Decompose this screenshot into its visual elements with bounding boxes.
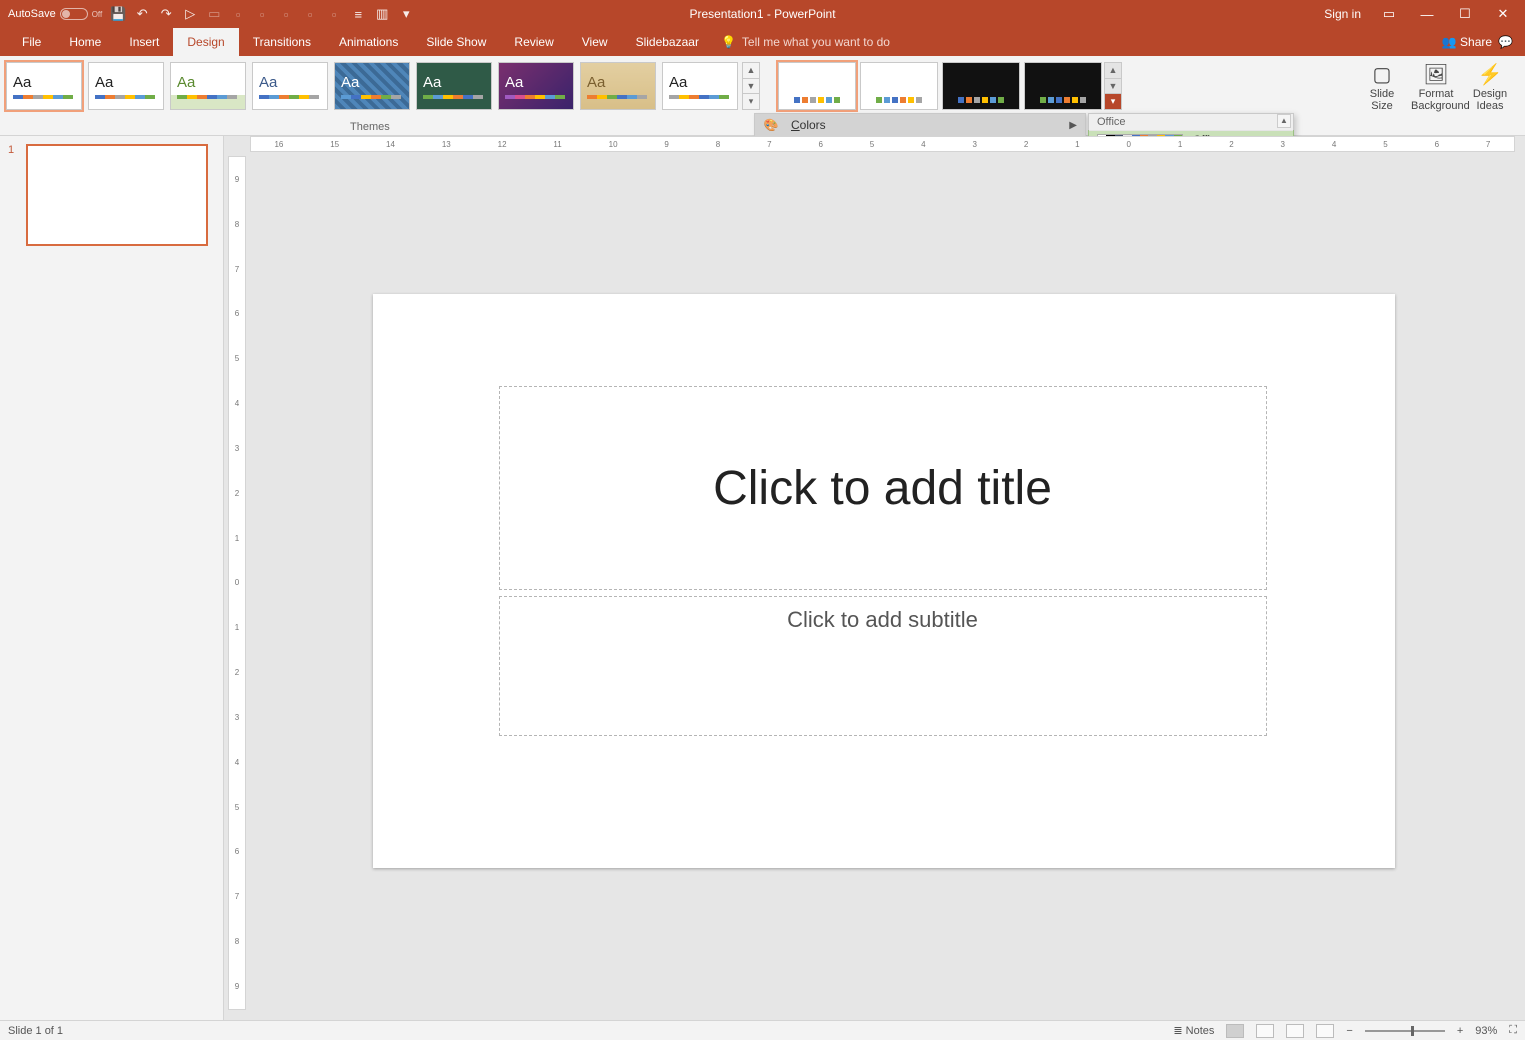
vertical-ruler: 9876543210123456789 (228, 156, 246, 1010)
theme-tile[interactable]: Aa (170, 62, 246, 110)
tab-animations[interactable]: Animations (325, 28, 412, 56)
slideshow-view-button[interactable] (1316, 1024, 1334, 1038)
qat-icon-2[interactable]: ▫ (254, 6, 270, 22)
signin-link[interactable]: Sign in (1324, 7, 1361, 21)
scroll-up-button[interactable]: ▲ (1277, 114, 1291, 128)
tell-me-label: Tell me what you want to do (742, 35, 890, 49)
qat: AutoSave Off 💾 ↶ ↷ ▷ ▭ ▫ ▫ ▫ ▫ ▫ ≡ ▥ ▾ (0, 6, 414, 22)
zoom-slider[interactable] (1365, 1030, 1445, 1032)
slide-counter: Slide 1 of 1 (8, 1025, 63, 1037)
themes-more-button[interactable]: ▲▼▾ (742, 62, 760, 110)
tab-design[interactable]: Design (173, 28, 238, 56)
share-area: 👥 Share 💬 (1442, 35, 1525, 49)
format-background-button[interactable]: 🖼Format Background (1411, 62, 1461, 112)
close-button[interactable]: ✕ (1493, 6, 1513, 22)
customize-group: ▢Slide Size 🖼Format Background ⚡Design I… (1345, 56, 1525, 112)
tab-file[interactable]: File (8, 28, 55, 56)
share-button[interactable]: 👥 Share (1442, 35, 1492, 49)
slide-canvas-area[interactable]: Click to add title Click to add subtitle (262, 162, 1505, 1000)
slide-sorter-view-button[interactable] (1256, 1024, 1274, 1038)
qat-icon-list[interactable]: ≡ (350, 6, 366, 22)
theme-tile[interactable]: Aa (334, 62, 410, 110)
tab-transitions[interactable]: Transitions (239, 28, 325, 56)
theme-tile[interactable]: Aa (662, 62, 738, 110)
slide-thumbnail-1[interactable] (26, 144, 208, 246)
undo-icon[interactable]: ↶ (134, 6, 150, 22)
zoom-level[interactable]: 93% (1475, 1025, 1497, 1037)
design-ideas-button[interactable]: ⚡Design Ideas (1465, 62, 1515, 112)
themes-group-label: Themes (350, 121, 390, 133)
theme-tile[interactable]: Aa (498, 62, 574, 110)
theme-tile[interactable]: Aa (88, 62, 164, 110)
theme-tile[interactable]: Aa (252, 62, 328, 110)
submenu-arrow-icon: ▶ (1069, 120, 1077, 131)
qat-icon-1[interactable]: ▫ (230, 6, 246, 22)
colors-icon: 🎨 (763, 117, 779, 133)
autosave-label: AutoSave (8, 8, 56, 20)
variant-tile[interactable] (1024, 62, 1102, 110)
qat-more-icon[interactable]: ▾ (398, 6, 414, 22)
colors-header: Office ▲ (1089, 114, 1293, 131)
ribbon-options-icon[interactable]: ▭ (1379, 6, 1399, 22)
variants-gallery[interactable] (766, 56, 1104, 110)
autosave-toggle[interactable]: AutoSave Off (8, 8, 102, 20)
tab-view[interactable]: View (568, 28, 622, 56)
theme-tile[interactable]: Aa (416, 62, 492, 110)
status-bar: Slide 1 of 1 ≣ Notes − + 93% ⛶ (0, 1020, 1525, 1040)
qat-icon-colors[interactable]: ▥ (374, 6, 390, 22)
theme-office[interactable]: Aa (6, 62, 82, 110)
horizontal-ruler: 1615141312111098765432101234567 (250, 136, 1515, 152)
slide-thumbnails-pane[interactable]: 1 (0, 136, 224, 1020)
start-from-beginning-icon[interactable]: ▷ (182, 6, 198, 22)
comments-icon[interactable]: 💬 (1498, 35, 1513, 49)
autosave-switch[interactable] (60, 8, 88, 20)
save-icon[interactable]: 💾 (110, 6, 126, 22)
tab-slidebazaar[interactable]: Slidebazaar (622, 28, 713, 56)
slide-size-icon: ▢ (1366, 62, 1398, 86)
notes-button[interactable]: ≣ Notes (1173, 1024, 1214, 1037)
theme-tile[interactable]: Aa (580, 62, 656, 110)
lightbulb-icon: 💡 (721, 35, 736, 49)
qat-icon-3[interactable]: ▫ (278, 6, 294, 22)
workspace: 1 1615141312111098765432101234567 987654… (0, 136, 1525, 1020)
format-bg-icon: 🖼 (1420, 62, 1452, 86)
title-bar: AutoSave Off 💾 ↶ ↷ ▷ ▭ ▫ ▫ ▫ ▫ ▫ ≡ ▥ ▾ P… (0, 0, 1525, 28)
minimize-button[interactable]: — (1417, 7, 1437, 22)
fit-to-window-button[interactable]: ⛶ (1509, 1024, 1517, 1037)
normal-view-button[interactable] (1226, 1024, 1244, 1038)
touch-mode-icon[interactable]: ▭ (206, 6, 222, 22)
tab-review[interactable]: Review (500, 28, 567, 56)
ribbon-tabs: File Home Insert Design Transitions Anim… (0, 28, 1525, 56)
slide[interactable]: Click to add title Click to add subtitle (373, 294, 1395, 868)
themes-gallery[interactable]: Aa Aa Aa Aa Aa Aa Aa Aa Aa (0, 56, 742, 110)
subtitle-placeholder[interactable]: Click to add subtitle (499, 596, 1267, 736)
menu-colors[interactable]: 🎨 Colors ▶ (755, 114, 1085, 136)
status-right: ≣ Notes − + 93% ⛶ (1173, 1024, 1517, 1038)
window-title: Presentation1 - PowerPoint (689, 7, 835, 21)
reading-view-button[interactable] (1286, 1024, 1304, 1038)
tell-me-search[interactable]: 💡 Tell me what you want to do (721, 35, 890, 49)
window-controls: Sign in ▭ — ☐ ✕ (1324, 6, 1525, 22)
thumb-number: 1 (8, 144, 14, 156)
autosave-state: Off (92, 10, 103, 19)
tab-home[interactable]: Home (55, 28, 115, 56)
zoom-in-button[interactable]: + (1457, 1025, 1463, 1037)
redo-icon[interactable]: ↷ (158, 6, 174, 22)
tab-insert[interactable]: Insert (115, 28, 173, 56)
variants-more-button[interactable]: ▲▼▾ (1104, 62, 1122, 110)
qat-icon-5[interactable]: ▫ (326, 6, 342, 22)
share-icon: 👥 (1442, 35, 1457, 49)
zoom-out-button[interactable]: − (1346, 1025, 1352, 1037)
variant-tile[interactable] (860, 62, 938, 110)
tab-slideshow[interactable]: Slide Show (412, 28, 500, 56)
title-placeholder[interactable]: Click to add title (499, 386, 1267, 590)
maximize-button[interactable]: ☐ (1455, 6, 1475, 22)
variant-tile[interactable] (942, 62, 1020, 110)
variant-tile[interactable] (778, 62, 856, 110)
qat-icon-4[interactable]: ▫ (302, 6, 318, 22)
slide-size-button[interactable]: ▢Slide Size (1357, 62, 1407, 112)
design-ideas-icon: ⚡ (1474, 62, 1506, 86)
